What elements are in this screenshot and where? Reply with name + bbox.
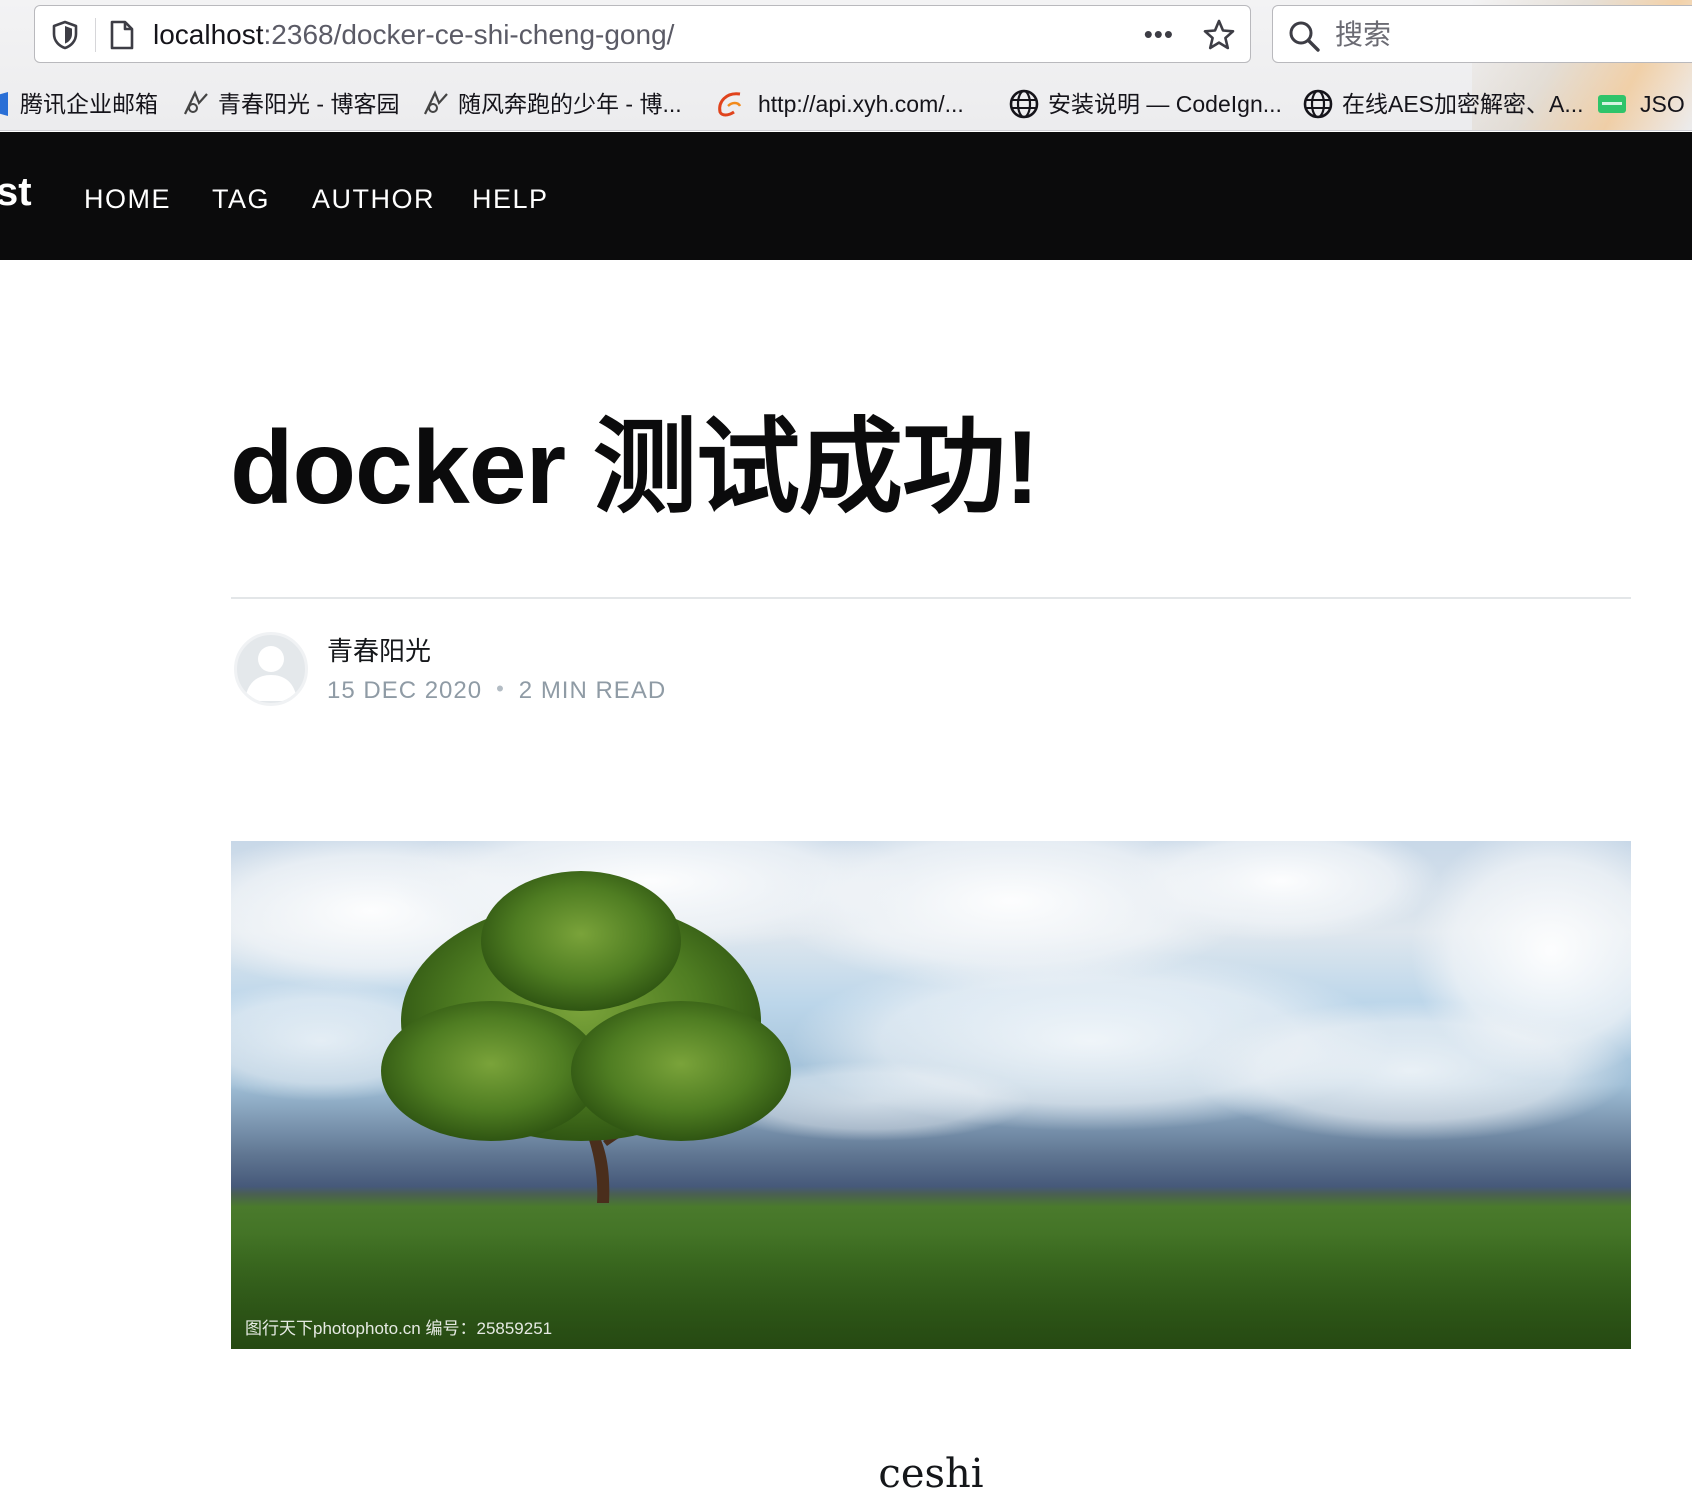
author-avatar[interactable]: [234, 632, 308, 706]
tencent-mail-icon: [0, 92, 8, 116]
page-actions-icon[interactable]: •••: [1144, 21, 1174, 47]
author-name[interactable]: 青春阳光: [327, 636, 431, 666]
bookmark-item[interactable]: 在线AES加密解密、A...: [1302, 84, 1584, 124]
post-title: docker 测试成功!: [230, 410, 1040, 526]
bookmark-item[interactable]: 腾讯企业邮箱: [0, 84, 158, 124]
url-host: localhost: [153, 19, 264, 50]
image-watermark: 图行天下photophoto.cn 编号：25859251: [245, 1319, 553, 1338]
post-meta: 15 DEC 2020 • 2 MIN READ: [327, 676, 666, 706]
json-icon: [1598, 95, 1626, 113]
post-content: ceshi: [878, 1451, 984, 1497]
site-logo[interactable]: st: [0, 170, 32, 214]
search-bar[interactable]: 搜索: [1272, 5, 1692, 63]
bookmark-star-icon[interactable]: [1202, 18, 1236, 52]
bookmark-label: 安装说明 — CodeIgn...: [1048, 91, 1282, 117]
nav-tag[interactable]: TAG: [212, 184, 270, 214]
feature-image: 图行天下photophoto.cn 编号：25859251: [231, 841, 1631, 1349]
bookmarks-toolbar: 腾讯企业邮箱 青春阳光 - 博客园 随风奔跑的少年 - 博... http://…: [0, 84, 1692, 124]
page-icon[interactable]: [107, 19, 137, 51]
site-swoosh-icon: [718, 92, 742, 117]
url-path: :2368/docker-ce-shi-cheng-gong/: [263, 19, 675, 50]
site-header: st HOME TAG AUTHOR HELP: [0, 132, 1692, 260]
bookmark-item[interactable]: 安装说明 — CodeIgn...: [1008, 84, 1282, 124]
nav-author[interactable]: AUTHOR: [312, 184, 435, 214]
address-bar[interactable]: localhost:2368/docker-ce-shi-cheng-gong/…: [34, 5, 1251, 63]
url-input[interactable]: localhost:2368/docker-ce-shi-cheng-gong/: [153, 20, 674, 50]
globe-icon: [1303, 89, 1333, 119]
bookmark-label: 腾讯企业邮箱: [20, 91, 158, 117]
bookmark-label: 青春阳光 - 博客园: [218, 91, 400, 117]
search-placeholder: 搜索: [1335, 19, 1392, 50]
bookmark-label: 在线AES加密解密、A...: [1342, 91, 1584, 117]
avatar-placeholder-icon: [245, 646, 297, 701]
landscape-illustration: [231, 841, 1631, 1349]
bookmark-item[interactable]: http://api.xyh.com/...: [714, 84, 964, 124]
cnblogs-icon: [424, 90, 448, 115]
bookmark-item[interactable]: 青春阳光 - 博客园: [182, 84, 399, 124]
bookmark-label: 随风奔跑的少年 - 博...: [458, 91, 682, 117]
nav-help[interactable]: HELP: [472, 184, 549, 214]
bookmark-label: JSO: [1640, 91, 1685, 117]
bookmark-item[interactable]: 随风奔跑的少年 - 博...: [422, 84, 682, 124]
bookmark-item[interactable]: JSO: [1598, 84, 1685, 124]
post-date: 15 DEC 2020: [327, 677, 483, 704]
browser-toolbar: localhost:2368/docker-ce-shi-cheng-gong/…: [0, 0, 1692, 131]
cnblogs-icon: [184, 90, 208, 115]
shield-icon[interactable]: [51, 20, 79, 50]
globe-icon: [1009, 89, 1039, 119]
reading-time: 2 MIN READ: [518, 677, 667, 704]
url-divider: [95, 18, 96, 52]
search-icon: [1289, 21, 1320, 52]
meta-separator: •: [496, 676, 505, 701]
bookmark-label: http://api.xyh.com/...: [758, 91, 964, 117]
nav-home[interactable]: HOME: [84, 184, 171, 214]
title-divider: [231, 597, 1631, 599]
